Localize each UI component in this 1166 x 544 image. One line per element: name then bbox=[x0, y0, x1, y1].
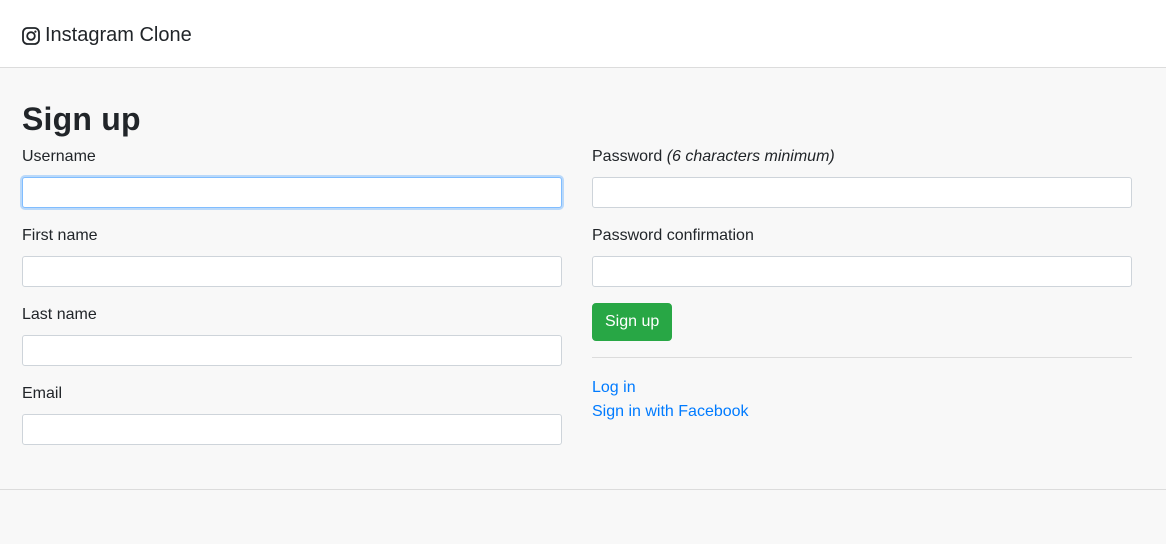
navbar: Instagram Clone bbox=[0, 0, 1166, 68]
brand-label: Instagram Clone bbox=[45, 24, 192, 46]
first-name-label: First name bbox=[22, 227, 98, 244]
password-group: Password (6 characters minimum) bbox=[592, 148, 1132, 227]
auth-links: Log in Sign in with Facebook bbox=[592, 376, 1132, 424]
password-label-text: Password bbox=[592, 148, 663, 165]
email-group: Email bbox=[22, 385, 562, 464]
password-hint: (6 characters minimum) bbox=[666, 148, 835, 165]
first-name-input[interactable] bbox=[22, 256, 562, 287]
page-title: Sign up bbox=[22, 101, 141, 137]
email-input[interactable] bbox=[22, 414, 562, 445]
last-name-label: Last name bbox=[22, 306, 97, 323]
password-confirmation-label: Password confirmation bbox=[592, 227, 754, 244]
username-input[interactable] bbox=[22, 177, 562, 208]
facebook-sign-in-link[interactable]: Sign in with Facebook bbox=[592, 400, 1132, 424]
username-group: Username bbox=[22, 148, 562, 227]
log-in-link[interactable]: Log in bbox=[592, 376, 1132, 400]
last-name-group: Last name bbox=[22, 306, 562, 385]
password-confirmation-input[interactable] bbox=[592, 256, 1132, 287]
left-column: Username First name Last name Email bbox=[22, 148, 562, 464]
divider bbox=[592, 357, 1132, 358]
password-label: Password (6 characters minimum) bbox=[592, 148, 1132, 166]
password-input[interactable] bbox=[592, 177, 1132, 208]
instagram-icon bbox=[22, 26, 40, 45]
email-label: Email bbox=[22, 385, 63, 402]
footer-divider bbox=[0, 489, 1166, 490]
last-name-input[interactable] bbox=[22, 335, 562, 366]
username-label: Username bbox=[22, 148, 96, 165]
password-confirmation-group: Password confirmation bbox=[592, 227, 1132, 306]
first-name-group: First name bbox=[22, 227, 562, 306]
brand-link[interactable]: Instagram Clone bbox=[22, 22, 192, 48]
sign-up-button[interactable]: Sign up bbox=[592, 303, 673, 341]
right-column: Password (6 characters minimum) Password… bbox=[592, 148, 1132, 424]
